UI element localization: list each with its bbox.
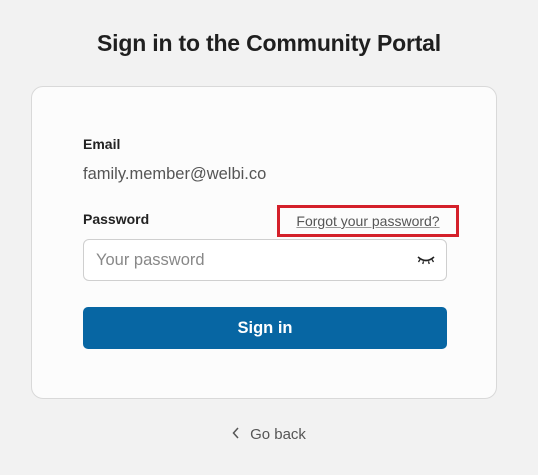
eye-closed-icon[interactable] (416, 253, 436, 267)
email-label: Email (83, 136, 121, 152)
forgot-password-link[interactable]: Forgot your password? (277, 205, 459, 237)
go-back-link[interactable]: Go back (0, 426, 538, 443)
email-value: family.member@welbi.co (83, 165, 267, 183)
signin-card: Email family.member@welbi.co Password Fo… (31, 86, 497, 399)
chevron-left-icon (232, 426, 240, 443)
page-title: Sign in to the Community Portal (97, 30, 441, 56)
go-back-label: Go back (250, 426, 306, 443)
signin-button[interactable]: Sign in (83, 307, 447, 349)
password-field[interactable] (83, 239, 447, 281)
password-input[interactable] (96, 240, 406, 280)
password-label: Password (83, 211, 150, 227)
